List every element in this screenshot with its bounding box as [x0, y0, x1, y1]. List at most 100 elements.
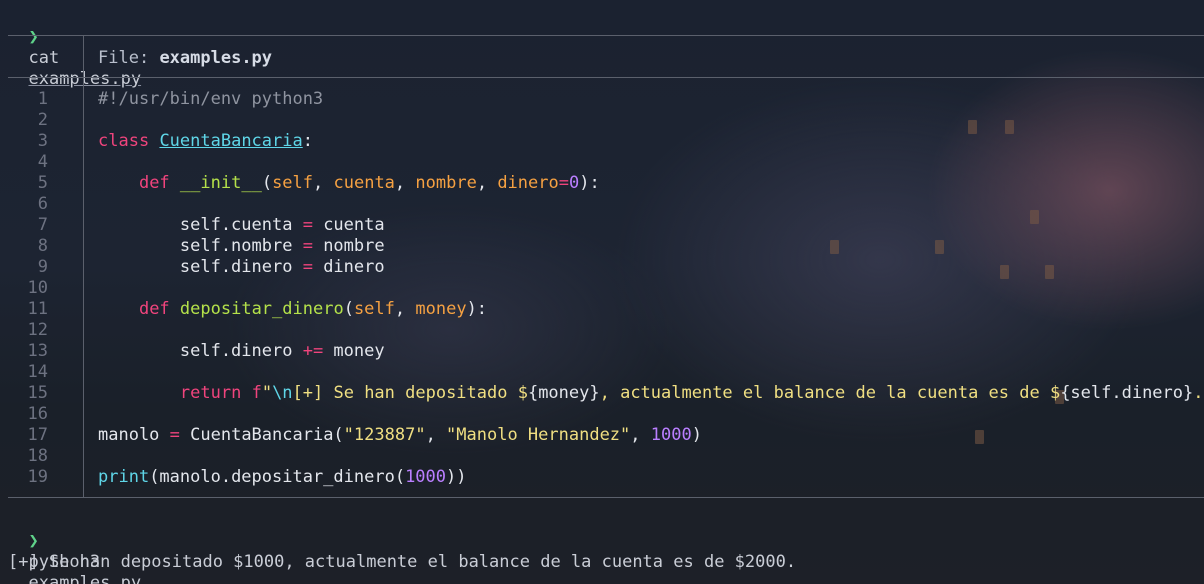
- line-number: 18: [27, 446, 48, 466]
- code-token-op: =: [302, 236, 313, 256]
- code-token-punc: [149, 131, 159, 151]
- line-number: 14: [27, 362, 48, 382]
- code-token-kw: def: [138, 173, 170, 193]
- code-token-kw: f: [251, 383, 262, 403]
- line-number: 15: [27, 383, 48, 403]
- code-token-punc: ,: [394, 299, 416, 319]
- code-token-punc: cuenta: [312, 215, 385, 235]
- code-token-fn: __init__: [179, 173, 262, 193]
- code-token-punc: (manolo.depositar_dinero(: [149, 467, 406, 487]
- code-token-punc: ,: [630, 425, 651, 445]
- code-token-punc: [98, 383, 180, 403]
- code-line: self.dinero += money: [98, 341, 385, 362]
- line-number: 19: [27, 467, 48, 487]
- code-gutter-rule: [83, 77, 84, 497]
- code-token-str: [+] Se han depositado $: [292, 383, 528, 403]
- code-line: def __init__(self, cuenta, nombre, diner…: [98, 173, 600, 194]
- command-file-link[interactable]: examples.py: [28, 69, 141, 89]
- code-token-punc: ,: [394, 173, 416, 193]
- code-token-op: =: [302, 215, 313, 235]
- code-token-punc: )): [446, 467, 467, 487]
- frame-header-rule: [8, 77, 1204, 78]
- background-light: [935, 240, 944, 254]
- code-token-punc: self.dinero: [98, 341, 303, 361]
- frame-bottom-rule: [8, 497, 1204, 498]
- code-line: self.nombre = nombre: [98, 236, 385, 257]
- code-token-op: =: [558, 173, 569, 193]
- code-token-str: ": [261, 383, 273, 403]
- code-token-str: "Manolo Hernandez": [446, 425, 631, 445]
- code-line: return f"\n[+] Se han depositado ${money…: [98, 383, 1204, 404]
- code-token-punc: {money}: [527, 383, 600, 403]
- code-token-punc: manolo: [98, 425, 170, 445]
- code-token-punc: dinero: [312, 257, 385, 277]
- code-token-fn: depositar_dinero: [179, 299, 344, 319]
- code-line: self.cuenta = cuenta: [98, 215, 385, 236]
- code-token-punc: self.nombre: [98, 236, 303, 256]
- file-header-label: File:: [98, 48, 150, 68]
- code-token-num: 0: [568, 173, 580, 193]
- code-token-punc: (: [261, 173, 273, 193]
- background-light: [830, 240, 839, 254]
- code-token-param: nombre: [415, 173, 477, 193]
- code-token-punc: ,: [313, 173, 334, 193]
- code-line: self.dinero = dinero: [98, 257, 385, 278]
- code-token-kw: class: [98, 131, 150, 151]
- code-token-str: , actualmente el balance de la cuenta es…: [599, 383, 1061, 403]
- background-light: [968, 120, 977, 134]
- line-number: 12: [27, 320, 48, 340]
- code-token-punc: money: [323, 341, 385, 361]
- code-token-punc: ):: [466, 299, 488, 319]
- code-token-op: =: [169, 425, 180, 445]
- prompt-line-python: ❯ python3 examples.py: [8, 510, 141, 584]
- header-gutter-rule: [83, 35, 84, 78]
- code-token-punc: [98, 173, 139, 193]
- code-token-kw: def: [138, 299, 170, 319]
- code-token-punc: {self.dinero}: [1060, 383, 1194, 403]
- code-token-str: "123887": [343, 425, 426, 445]
- code-token-num: 1000: [650, 425, 692, 445]
- line-number: 3: [37, 131, 48, 151]
- line-number: 16: [27, 404, 48, 424]
- code-token-punc: [170, 299, 180, 319]
- code-token-param: cuenta: [333, 173, 395, 193]
- line-number: 6: [37, 194, 48, 214]
- line-number: 10: [27, 278, 48, 298]
- code-line: manolo = CuentaBancaria("123887", "Manol…: [98, 425, 702, 446]
- code-token-comment: #!/usr/bin/env python3: [98, 89, 324, 109]
- line-number: 11: [27, 299, 48, 319]
- code-token-op: +=: [302, 341, 324, 361]
- code-token-punc: [170, 173, 180, 193]
- code-token-op: =: [302, 257, 313, 277]
- command-file-link[interactable]: examples.py: [28, 573, 141, 584]
- line-number: 4: [37, 152, 48, 172]
- code-token-punc: CuentaBancaria(: [179, 425, 344, 445]
- code-token-esc: \n: [272, 383, 293, 403]
- file-header-name: examples.py: [159, 48, 273, 68]
- line-number: 7: [37, 215, 48, 235]
- code-token-kw: return: [179, 383, 242, 403]
- code-line: print(manolo.depositar_dinero(1000)): [98, 467, 467, 488]
- code-token-punc: ,: [476, 173, 498, 193]
- code-token-punc: [241, 383, 251, 403]
- code-token-builtin: print: [98, 467, 150, 487]
- code-token-punc: self.dinero: [98, 257, 303, 277]
- prompt-arrow-icon: ❯: [28, 531, 49, 551]
- prompt-arrow-icon: ❯: [28, 27, 49, 47]
- code-token-param: self: [353, 299, 395, 319]
- code-token-punc: nombre: [312, 236, 385, 256]
- code-token-param: dinero: [497, 173, 559, 193]
- code-token-punc: self.cuenta: [98, 215, 303, 235]
- background-light: [1045, 265, 1054, 279]
- code-token-punc: :: [302, 131, 313, 151]
- code-token-punc: ,: [425, 425, 447, 445]
- line-number: 2: [37, 110, 48, 130]
- command-name: cat: [28, 48, 70, 68]
- line-number: 8: [37, 236, 48, 256]
- code-token-num: 1000: [405, 467, 447, 487]
- code-token-punc: [98, 299, 139, 319]
- background-light: [1005, 120, 1014, 134]
- code-token-punc: (: [343, 299, 354, 319]
- line-number: 17: [27, 425, 48, 445]
- background-light: [1030, 210, 1039, 224]
